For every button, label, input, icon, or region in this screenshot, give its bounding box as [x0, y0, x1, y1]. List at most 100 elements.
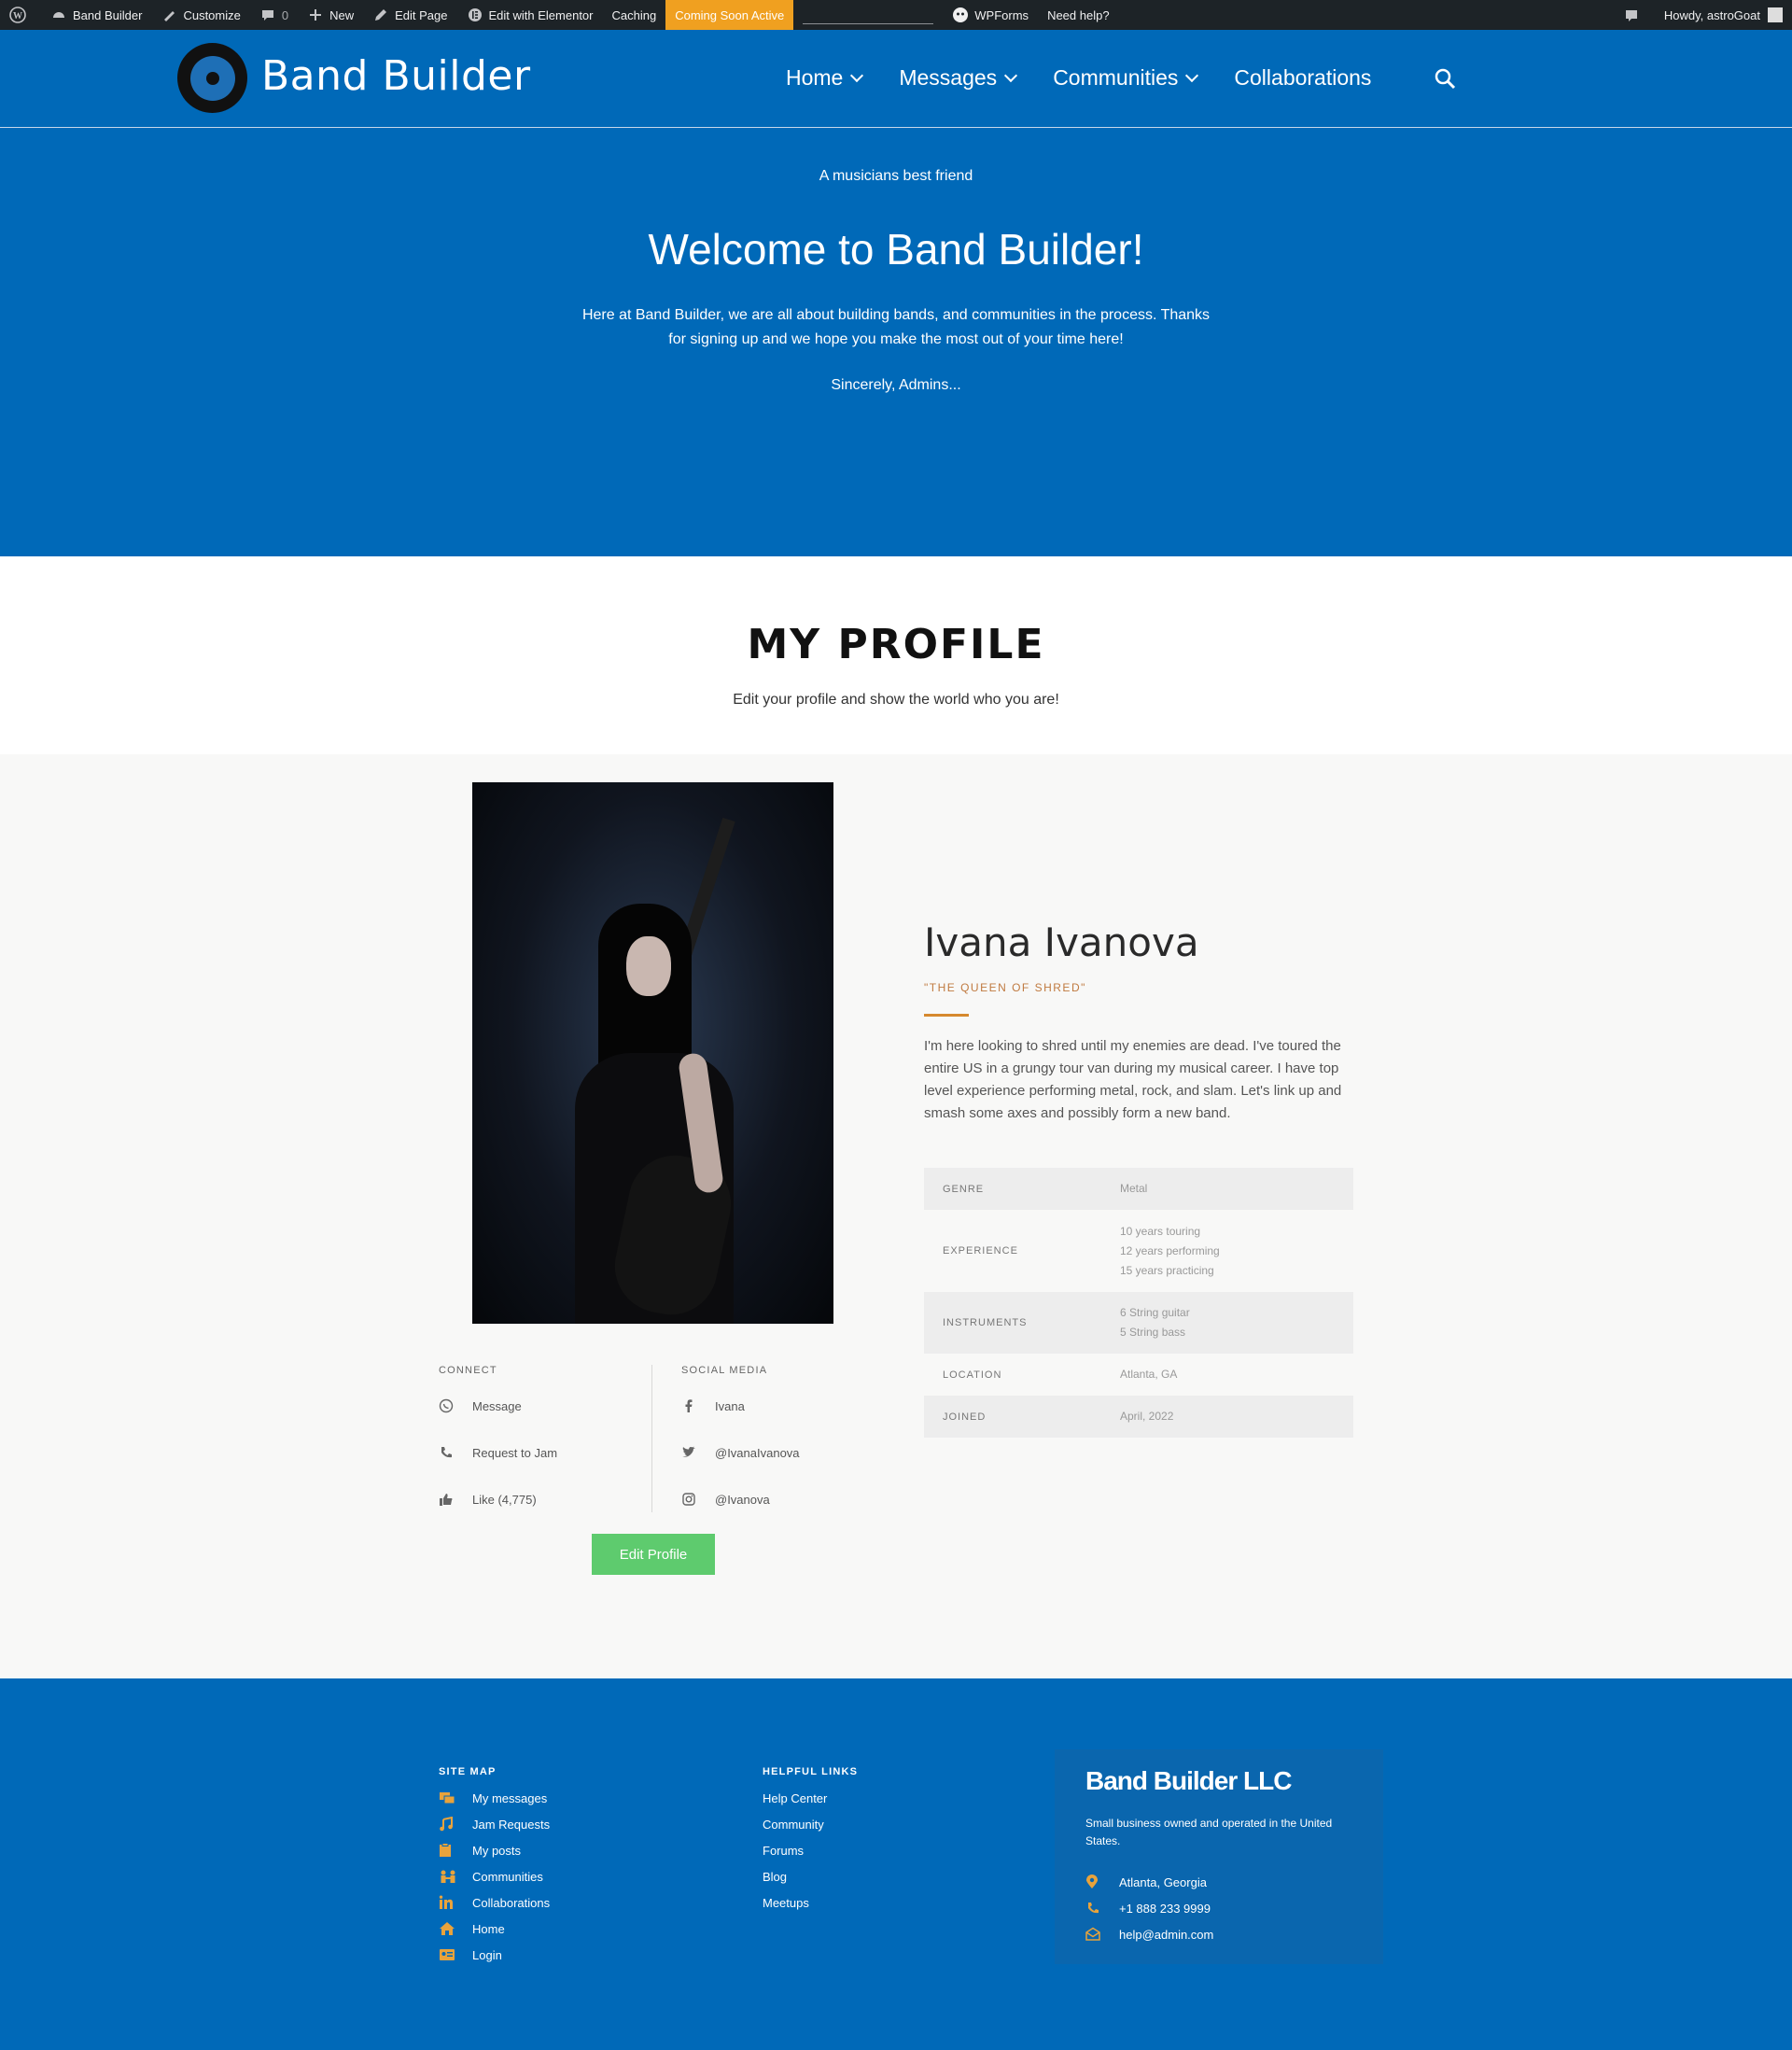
sitemap-item-login[interactable]: Login [439, 1942, 550, 1968]
info-key: EXPERIENCE [943, 1245, 1018, 1257]
sitemap-item-home[interactable]: Home [439, 1916, 550, 1942]
info-row-instruments: INSTRUMENTS 6 String guitar 5 String bas… [924, 1292, 1353, 1354]
twitter-icon [681, 1445, 715, 1460]
linkedin-icon [439, 1895, 472, 1910]
info-row-genre: GENRE Metal [924, 1168, 1353, 1210]
nav-item-communities[interactable]: Communities [1053, 65, 1199, 91]
helpful-link-blog[interactable]: Blog [763, 1863, 827, 1889]
admin-coming-soon-badge[interactable]: Coming Soon Active [665, 0, 794, 30]
site-header: Band Builder Home Messages Communities C… [0, 30, 1792, 128]
helpful-link-meetups[interactable]: Meetups [763, 1889, 827, 1916]
comment-icon [259, 7, 276, 23]
admin-coming-soon-label: Coming Soon Active [675, 7, 785, 22]
info-key: GENRE [943, 1183, 985, 1195]
admin-comments-link[interactable]: 0 [250, 0, 298, 30]
helpful-link-forums[interactable]: Forums [763, 1837, 827, 1863]
wordpress-logo-button[interactable]: W [0, 0, 41, 30]
admin-new-link[interactable]: New [298, 0, 363, 30]
list-item-label: Ivana [715, 1398, 745, 1413]
nav-item-messages[interactable]: Messages [899, 65, 1018, 91]
sitemap-item-label: Home [472, 1921, 505, 1936]
message-button[interactable]: Message [439, 1383, 557, 1429]
hero-signoff: Sincerely, Admins... [831, 377, 961, 393]
sitemap-item-jam-requests[interactable]: Jam Requests [439, 1811, 550, 1837]
site-title[interactable]: Band Builder [261, 52, 531, 100]
company-email[interactable]: help@admin.com [1085, 1921, 1213, 1947]
svg-text:W: W [13, 11, 22, 21]
sitemap-item-label: Login [472, 1947, 502, 1962]
elementor-icon [467, 7, 483, 23]
sitemap-item-collaborations[interactable]: Collaborations [439, 1889, 550, 1916]
company-location: Atlanta, Georgia [1085, 1869, 1213, 1895]
sitemap-item-label: My posts [472, 1843, 522, 1858]
admin-need-help-label: Need help? [1047, 7, 1110, 22]
sitemap-item-communities[interactable]: Communities [439, 1863, 550, 1889]
dashboard-icon [50, 7, 67, 23]
facebook-icon [681, 1398, 715, 1413]
helpful-link-help-center[interactable]: Help Center [763, 1785, 827, 1811]
info-value: 10 years touring 12 years performing 15 … [1120, 1222, 1353, 1281]
accent-divider [924, 1014, 969, 1017]
phone-icon [439, 1445, 472, 1460]
admin-customize-link[interactable]: Customize [151, 0, 249, 30]
chevron-down-icon [850, 68, 864, 82]
admin-wpforms-link[interactable]: WPForms [943, 0, 1038, 30]
company-phone[interactable]: +1 888 233 9999 [1085, 1895, 1213, 1921]
site-logo[interactable] [177, 43, 247, 113]
profile-section [0, 754, 1792, 1678]
helpful-link-community[interactable]: Community [763, 1811, 827, 1837]
sitemap-item-messages[interactable]: My messages [439, 1785, 550, 1811]
avatar [1768, 7, 1783, 22]
info-key: INSTRUMENTS [943, 1317, 1028, 1328]
instagram-link[interactable]: @Ivanova [681, 1476, 800, 1523]
admin-elementor-link[interactable]: Edit with Elementor [457, 0, 603, 30]
admin-site-label: Band Builder [73, 7, 143, 22]
list-item-label: @IvanaIvanova [715, 1445, 800, 1460]
profile-bio: I'm here looking to shred until my enemi… [924, 1038, 1342, 1121]
admin-site-link[interactable]: Band Builder [41, 0, 151, 30]
info-value: 6 String guitar 5 String bass [1120, 1303, 1353, 1342]
admin-wpforms-label: WPForms [974, 7, 1029, 22]
logo-mark-icon [189, 55, 235, 101]
info-row-experience: EXPERIENCE 10 years touring 12 years per… [924, 1210, 1353, 1292]
social-list: Ivana @IvanaIvanova @Ivanova [681, 1383, 800, 1523]
info-value: Atlanta, GA [1120, 1368, 1178, 1381]
facebook-link[interactable]: Ivana [681, 1383, 800, 1429]
chevron-down-icon [1185, 68, 1199, 82]
like-button[interactable]: Like (4,775) [439, 1476, 557, 1523]
messages-icon [439, 1790, 472, 1805]
info-value-line: 12 years performing [1120, 1243, 1220, 1257]
search-icon[interactable] [1434, 67, 1458, 91]
list-item-label: @Ivanova [715, 1492, 770, 1507]
info-row-location: LOCATION Atlanta, GA [924, 1354, 1353, 1396]
nav-item-label: Messages [899, 65, 998, 90]
admin-elementor-label: Edit with Elementor [488, 7, 594, 22]
info-value-line: 5 String bass [1120, 1326, 1186, 1339]
nav-item-home[interactable]: Home [786, 65, 864, 91]
edit-profile-button[interactable]: Edit Profile [592, 1534, 715, 1575]
connect-heading: CONNECT [439, 1365, 497, 1376]
request-jam-button[interactable]: Request to Jam [439, 1429, 557, 1476]
thumbs-up-icon [439, 1492, 472, 1507]
info-value-line: 15 years practicing [1120, 1263, 1214, 1277]
company-location-text: Atlanta, Georgia [1119, 1874, 1207, 1889]
social-heading: SOCIAL MEDIA [681, 1365, 768, 1376]
page-subtitle: Edit your profile and show the world who… [733, 692, 1059, 708]
list-item-label: Like (4,775) [472, 1492, 537, 1507]
admin-account-menu[interactable]: Howdy, astroGoat [1655, 0, 1792, 30]
sitemap-item-my-posts[interactable]: My posts [439, 1837, 550, 1863]
admin-caching-link[interactable]: Caching [603, 0, 666, 30]
info-value: Metal [1120, 1182, 1148, 1195]
twitter-link[interactable]: @IvanaIvanova [681, 1429, 800, 1476]
admin-edit-page-link[interactable]: Edit Page [363, 0, 456, 30]
wordpress-icon: W [9, 7, 26, 23]
nav-item-collaborations[interactable]: Collaborations [1234, 65, 1371, 91]
sitemap-list: My messages Jam Requests My posts Commun… [439, 1785, 550, 1968]
admin-need-help-link[interactable]: Need help? [1038, 0, 1119, 30]
music-icon [439, 1817, 472, 1832]
admin-search-input[interactable] [803, 6, 934, 24]
pencil-icon [372, 7, 389, 23]
admin-notifications-button[interactable] [1614, 0, 1655, 30]
nav-item-label: Home [786, 65, 844, 90]
info-value-line: 10 years touring [1120, 1224, 1201, 1238]
